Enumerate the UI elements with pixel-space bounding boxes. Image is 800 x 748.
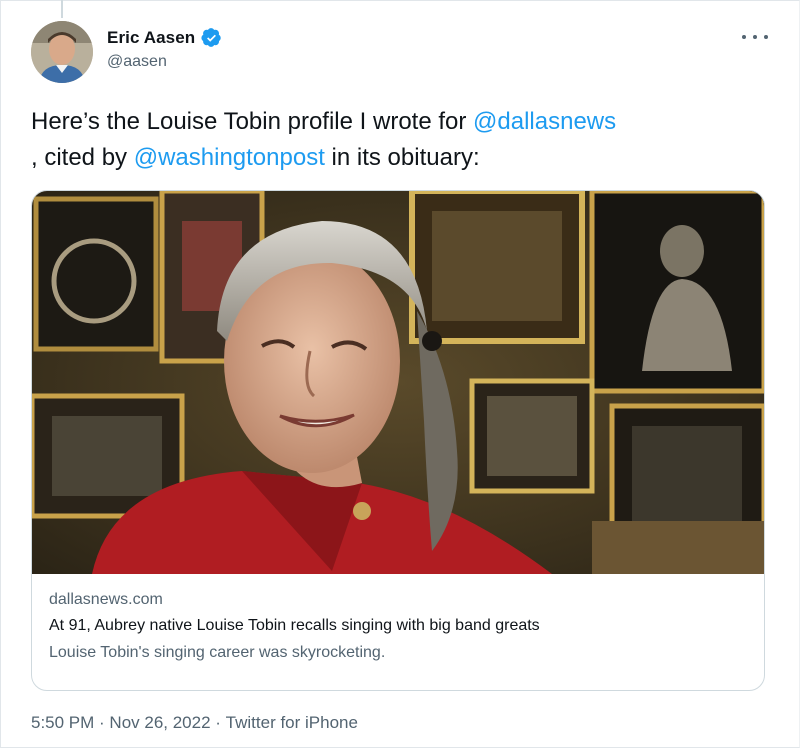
link-card-title: At 91, Aubrey native Louise Tobin recall… bbox=[49, 617, 540, 634]
author-name-row[interactable]: Eric Aasen bbox=[107, 27, 222, 48]
dot bbox=[742, 35, 746, 39]
meta-separator: · bbox=[210, 713, 226, 732]
dot bbox=[764, 35, 768, 39]
tweet-time-link[interactable]: 5:50 PM bbox=[31, 713, 94, 733]
tweet-timestamp-row: 5:50 PM · Nov 26, 2022 · Twitter for iPh… bbox=[31, 713, 358, 733]
link-card-description: Louise Tobin's singing career was skyroc… bbox=[49, 644, 386, 661]
thread-connector-line bbox=[61, 0, 63, 18]
tweet-text: Here’s the Louise Tobin profile I wrote … bbox=[31, 104, 771, 176]
mention-washingtonpost-link[interactable]: @washingtonpost bbox=[134, 144, 325, 171]
tweet-source: Twitter for iPhone bbox=[225, 713, 358, 732]
mention-dallasnews-link[interactable]: @dallasnews bbox=[473, 108, 616, 135]
link-card-domain: dallasnews.com bbox=[49, 591, 163, 608]
link-card-meta: dallasnews.com At 91, Aubrey native Loui… bbox=[49, 588, 749, 666]
author-display-name[interactable]: Eric Aasen bbox=[107, 28, 195, 48]
more-horizontal-icon[interactable] bbox=[742, 29, 768, 45]
author-handle[interactable]: @aasen bbox=[107, 53, 167, 71]
link-preview-card[interactable]: dallasnews.com At 91, Aubrey native Loui… bbox=[31, 190, 765, 691]
tweet-text-part3: in its obituary: bbox=[324, 144, 480, 171]
tweet-date-link[interactable]: Nov 26, 2022 bbox=[109, 713, 210, 733]
avatar-photo bbox=[31, 21, 93, 83]
tweet-text-part2: , cited by bbox=[31, 144, 134, 171]
dot bbox=[753, 35, 757, 39]
verified-badge-icon bbox=[201, 28, 221, 47]
avatar[interactable] bbox=[31, 21, 93, 83]
link-preview-image[interactable] bbox=[32, 191, 764, 574]
tweet-text-part1: Here’s the Louise Tobin profile I wrote … bbox=[31, 108, 474, 135]
meta-separator: · bbox=[94, 713, 110, 732]
